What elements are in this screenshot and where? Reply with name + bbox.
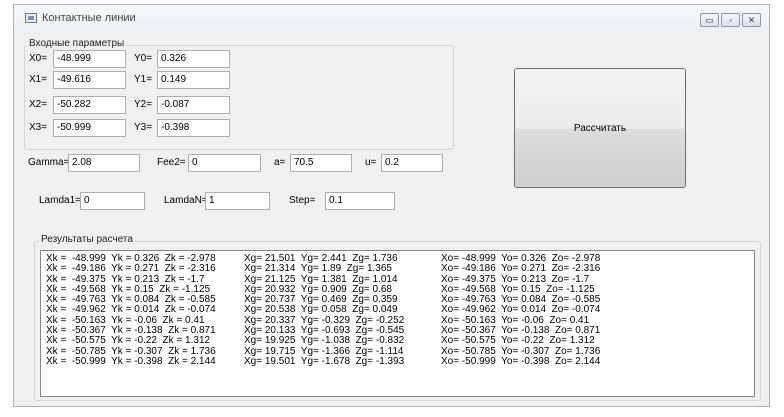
step-label: Step= xyxy=(289,195,316,206)
y3-label: Y3= xyxy=(134,122,153,133)
x1-label: X1= xyxy=(29,74,48,85)
lamdan-input[interactable]: 1 xyxy=(205,192,270,210)
fee2-input[interactable]: 0 xyxy=(188,154,261,172)
lamdan-label: LamdaN= xyxy=(164,195,208,206)
x3-input[interactable]: -50.999 xyxy=(53,119,126,137)
y3-input[interactable]: -0.398 xyxy=(157,119,230,137)
gamma-input[interactable]: 2.08 xyxy=(68,154,140,172)
a-input[interactable]: 70.5 xyxy=(290,154,352,172)
a-label: a= xyxy=(274,157,286,168)
app-window-icon xyxy=(25,13,37,23)
u-input[interactable]: 0.2 xyxy=(381,154,443,172)
x2-label: X2= xyxy=(29,99,48,110)
x2-input[interactable]: -50.282 xyxy=(53,96,126,114)
u-label: u= xyxy=(365,157,377,168)
result-o-cell: Xo= -50.999 Yo= -0.398 Zo= 2.144 xyxy=(441,355,601,367)
y1-label: Y1= xyxy=(134,74,153,85)
x3-label: X3= xyxy=(29,122,48,133)
y2-label: Y2= xyxy=(134,99,153,110)
minimize-button[interactable]: ▭ xyxy=(700,13,719,27)
step-input[interactable]: 0.1 xyxy=(325,192,395,210)
results-label: Результаты расчета xyxy=(39,234,135,245)
maximize-button[interactable]: ▫ xyxy=(721,13,740,27)
y2-input[interactable]: -0.087 xyxy=(157,96,230,114)
gamma-label: Gamma= xyxy=(28,157,70,168)
close-button[interactable]: ✕ xyxy=(742,13,761,27)
main-window: Контактные линии ▭ ▫ ✕ Входные параметры… xyxy=(13,4,770,407)
result-g-cell: Xg= 19.501 Yg= -1.678 Zg= -1.393 xyxy=(244,355,405,367)
lamda1-input[interactable]: 0 xyxy=(80,192,145,210)
y0-input[interactable]: 0.326 xyxy=(157,50,230,68)
window-title: Контактные линии xyxy=(42,12,136,24)
x0-label: X0= xyxy=(29,53,48,64)
input-params-label: Входные параметры xyxy=(27,38,127,49)
x1-input[interactable]: -49.616 xyxy=(53,71,126,89)
result-k-cell: Xk = -50.999 Yk = -0.398 Zk = 2.144 xyxy=(46,355,216,367)
result-row: Xk = -50.999 Yk = -0.398 Zk = 2.144 Xg= 1… xyxy=(44,355,754,367)
results-listbox[interactable]: Xk = -48.999 Yk = 0.326 Zk = -2.978 Xg= 2… xyxy=(40,250,755,397)
calculate-button[interactable]: Рассчитать xyxy=(514,68,686,188)
title-bar: Контактные линии ▭ ▫ ✕ xyxy=(14,5,769,33)
y0-label: Y0= xyxy=(134,53,153,64)
y1-input[interactable]: 0.149 xyxy=(157,71,230,89)
fee2-label: Fee2= xyxy=(157,157,186,168)
lamda1-label: Lamda1= xyxy=(39,195,81,206)
x0-input[interactable]: -48.999 xyxy=(53,50,126,68)
